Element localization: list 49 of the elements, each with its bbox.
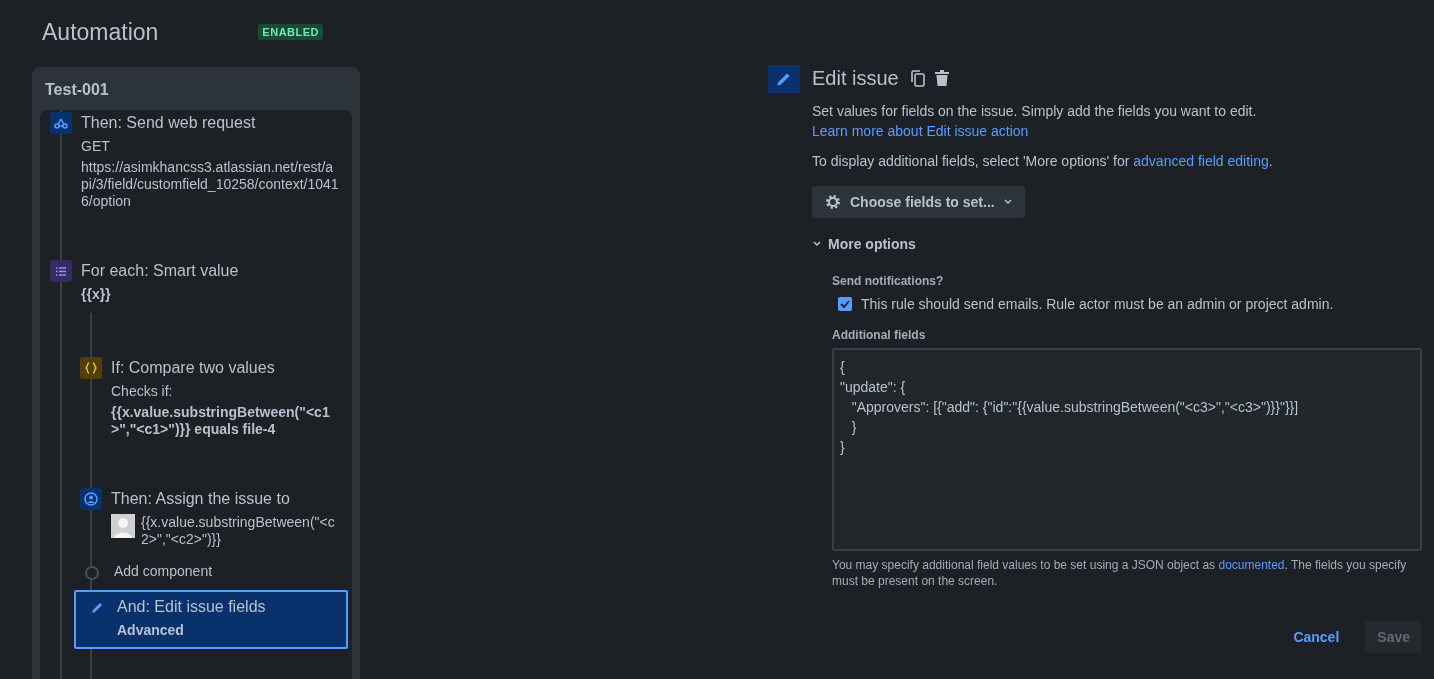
choose-fields-button[interactable]: Choose fields to set... xyxy=(812,186,1025,218)
rule-step[interactable]: Then: Assign the issue to {{x.value.substringBetween("<c2>","<c2>")}} xyxy=(80,488,352,548)
step-detail: {{x}} xyxy=(81,286,112,303)
panel-title: Edit issue xyxy=(812,66,899,90)
pencil-icon xyxy=(768,65,800,93)
step-title: If: Compare two values xyxy=(111,358,276,378)
step-title: Add component xyxy=(114,562,213,581)
braces-icon xyxy=(80,357,102,379)
list-icon xyxy=(50,260,72,282)
step-detail: {{x.value.substringBetween("<c1>","<c1>")}} equals file-4 xyxy=(111,404,331,438)
rule-step[interactable]: Then: Send web request GET https://asimkhancss3.atlassian.net/rest/api/3/field/customfield_10258/context/10416/option xyxy=(50,112,352,210)
more-options-toggle[interactable]: More options xyxy=(812,236,916,252)
checkbox[interactable] xyxy=(838,297,852,311)
chevron-icon xyxy=(812,240,822,248)
trash-icon[interactable] xyxy=(934,70,949,86)
hint-text: To display additional fields, select 'More options' for advanced field editing. xyxy=(812,152,1274,171)
rule-step[interactable]: If: Compare two values Checks if: {{x.value.substringBetween("<c1>","<c1>")}} equals file-4 xyxy=(80,357,352,438)
page-title: Automation xyxy=(42,18,159,46)
checkbox-label: This rule should send emails. Rule actor must be an admin or project admin. xyxy=(861,296,1334,312)
step-title: Then: Assign the issue to xyxy=(111,489,291,509)
help-link[interactable]: advanced field editing xyxy=(1133,153,1269,169)
cancel-button[interactable]: Cancel xyxy=(1281,621,1352,653)
step-detail: {{x.value.substringBetween("<c2>","<c2>")}} xyxy=(141,514,336,548)
selected-step-card[interactable]: And: Edit issue fields Advanced xyxy=(74,590,348,649)
json-input-field[interactable]: { "update": { "Approvers": [{"add": {"id":"{{value.substringBetween("<c3>","<c3>")}}"}}] } } xyxy=(832,348,1422,551)
webhook-icon xyxy=(50,112,72,134)
help-link[interactable]: documented xyxy=(1218,558,1285,572)
help-text: You may specify additional field values to be set using a JSON object as documented. The fields you specify must be present on the screen. xyxy=(832,557,1408,589)
step-title: Then: Send web request xyxy=(81,113,257,133)
step-detail: Checks if: xyxy=(111,383,174,400)
copy-icon[interactable] xyxy=(910,69,925,87)
field-label: Additional fields xyxy=(832,328,927,342)
add-point-icon xyxy=(85,566,99,580)
caret-icon xyxy=(1002,199,1013,205)
gear-icon xyxy=(824,193,842,211)
rule-step[interactable]: For each: Smart value {{x}} xyxy=(50,260,352,303)
help-link[interactable]: Learn more about Edit issue action xyxy=(812,123,1029,139)
description-text: Set values for fields on the issue. Simply add the fields you want to edit. Learn more about Edit issue action xyxy=(812,102,1258,141)
step-title: And: Edit issue fields xyxy=(117,597,266,617)
rule-name: Test-001 xyxy=(44,80,110,100)
status-lozenge: ENABLED xyxy=(258,24,324,40)
avatar-icon xyxy=(111,514,135,538)
step-title: For each: Smart value xyxy=(81,261,239,281)
rule-step[interactable]: Add component xyxy=(80,560,352,582)
step-detail: https://asimkhancss3.atlassian.net/rest/api/3/field/customfield_10258/context/10416/option xyxy=(81,159,340,210)
step-detail: GET xyxy=(81,138,111,155)
user-icon xyxy=(80,488,102,510)
step-detail: Advanced xyxy=(117,622,185,639)
field-label: Send notifications? xyxy=(832,274,945,288)
